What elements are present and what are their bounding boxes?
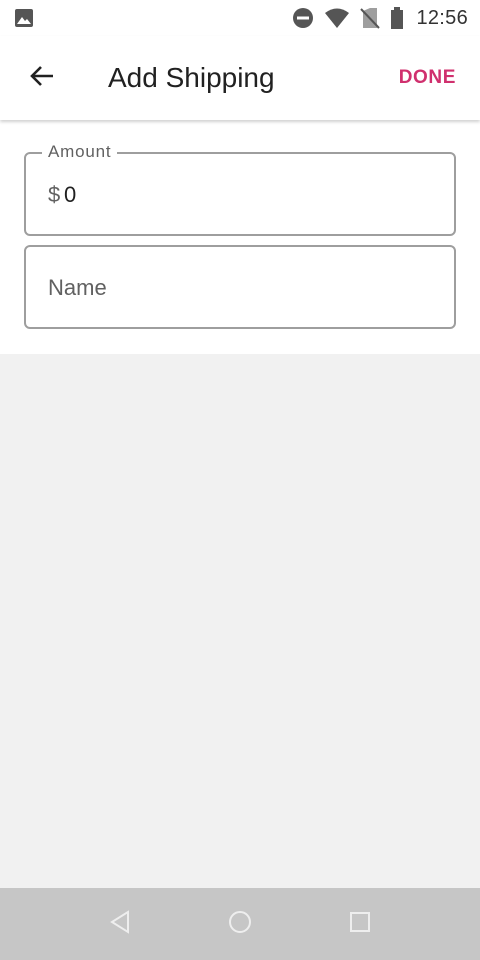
amount-field[interactable]: Amount $ 0 — [24, 142, 456, 236]
shipping-form: Amount $ 0 Name — [0, 120, 480, 354]
amount-label: Amount — [42, 142, 118, 162]
app-bar: Add Shipping DONE — [0, 36, 480, 120]
currency-prefix: $ — [48, 182, 61, 207]
nav-home-button[interactable] — [220, 906, 260, 942]
amount-value: 0 — [64, 182, 77, 207]
navigation-bar — [0, 888, 480, 960]
done-button[interactable]: DONE — [399, 64, 456, 92]
home-circle-icon — [228, 910, 252, 939]
name-field[interactable]: Name — [24, 245, 456, 329]
status-time: 12:56 — [416, 6, 468, 29]
status-bar: 12:56 — [0, 0, 480, 36]
back-button[interactable] — [18, 56, 66, 100]
battery-icon — [390, 7, 404, 29]
nav-back-button[interactable] — [100, 906, 140, 942]
do-not-disturb-icon — [292, 7, 314, 29]
wifi-icon — [324, 7, 350, 29]
arrow-back-icon — [28, 62, 56, 95]
no-sim-icon — [360, 7, 381, 29]
page-title: Add Shipping — [108, 62, 275, 93]
image-icon — [14, 8, 34, 28]
empty-content-area — [0, 354, 480, 888]
nav-recents-button[interactable] — [340, 906, 380, 942]
name-placeholder: Name — [48, 275, 107, 300]
recents-square-icon — [349, 911, 371, 938]
status-icons: 12:56 — [282, 0, 468, 36]
back-triangle-icon — [109, 909, 131, 939]
